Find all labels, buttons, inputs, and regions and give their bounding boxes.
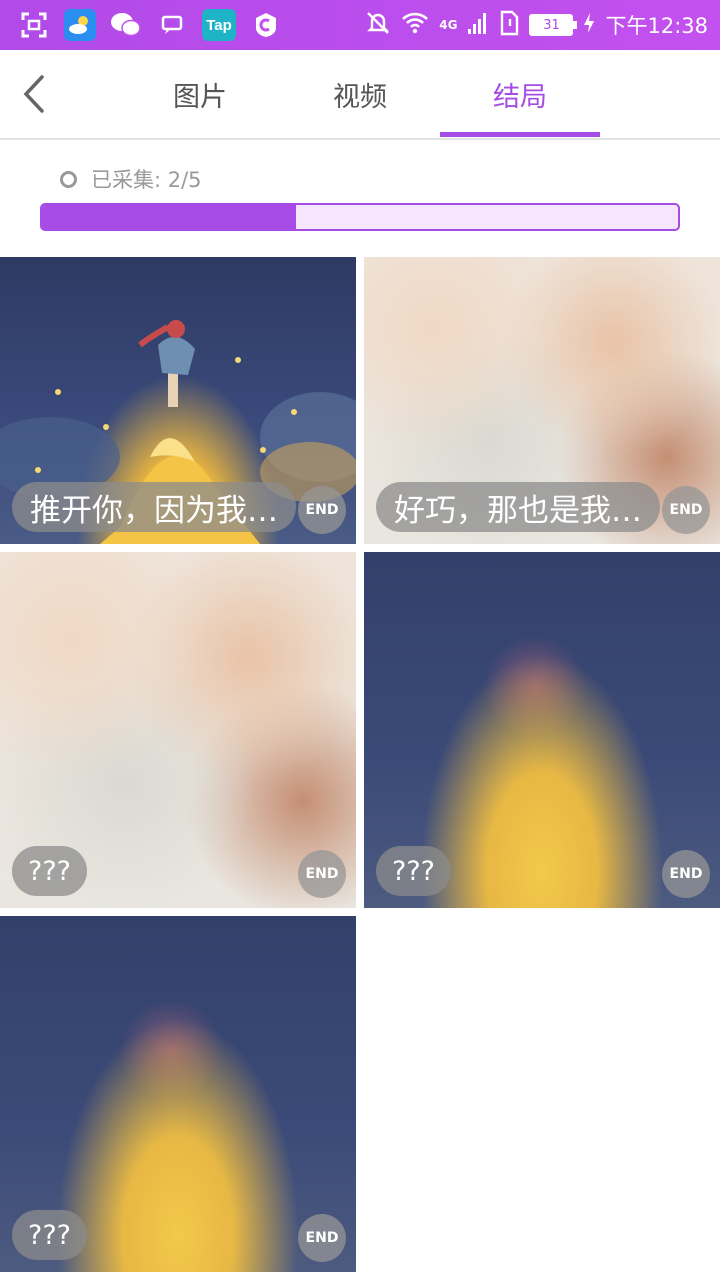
- ending-card[interactable]: 推开你，因为我… END: [0, 257, 356, 544]
- ending-caption: ???: [12, 846, 87, 896]
- end-badge: END: [298, 850, 346, 898]
- game-icon: [250, 9, 282, 41]
- back-arrow-icon[interactable]: [18, 74, 52, 114]
- tab-header: 图片 视频 结局: [0, 50, 720, 140]
- ending-caption: 推开你，因为我…: [12, 482, 296, 532]
- ending-card-locked[interactable]: ??? END: [0, 552, 356, 908]
- status-app-icons: Tap: [18, 9, 282, 41]
- sim-icon: [499, 10, 519, 40]
- ending-card[interactable]: 好巧，那也是我… END: [364, 257, 720, 544]
- progress-label: 已采集: 2/5: [91, 168, 202, 192]
- end-badge: END: [662, 486, 710, 534]
- progress-label-row: 已采集: 2/5: [60, 164, 202, 194]
- collection-progress: 已采集: 2/5: [0, 140, 720, 257]
- circle-icon: [60, 170, 77, 188]
- notification-off-icon: [365, 10, 391, 40]
- progress-bar-fill: [42, 205, 297, 229]
- message-icon: [156, 9, 188, 41]
- battery-level: 31: [543, 17, 560, 33]
- signal-icon: [467, 11, 489, 39]
- battery-icon: 31: [529, 14, 578, 36]
- ending-caption: ???: [376, 846, 451, 896]
- end-badge: END: [298, 486, 346, 534]
- tab-images[interactable]: 图片: [120, 50, 280, 138]
- end-badge: END: [662, 850, 710, 898]
- tab-endings[interactable]: 结局: [440, 50, 600, 138]
- status-bar: Tap 4G 31 下午12:38: [0, 0, 720, 50]
- tab-videos[interactable]: 视频: [280, 50, 440, 138]
- network-type: 4G: [439, 18, 458, 32]
- ending-caption: 好巧，那也是我…: [376, 482, 660, 532]
- wifi-icon: [401, 11, 429, 39]
- charging-icon: [583, 12, 595, 38]
- taptap-icon: Tap: [202, 9, 236, 41]
- ending-card-locked[interactable]: ??? END: [0, 916, 356, 1272]
- status-indicators: 4G 31 下午12:38: [365, 10, 708, 40]
- ending-card-locked[interactable]: ??? END: [364, 552, 720, 908]
- end-badge: END: [298, 1214, 346, 1262]
- wechat-icon: [110, 9, 142, 41]
- active-tab-indicator: [440, 132, 600, 137]
- progress-bar: [40, 203, 680, 231]
- ending-caption: ???: [12, 1210, 87, 1260]
- scan-icon: [18, 9, 50, 41]
- weather-icon: [64, 9, 96, 41]
- clock: 下午12:38: [605, 14, 708, 38]
